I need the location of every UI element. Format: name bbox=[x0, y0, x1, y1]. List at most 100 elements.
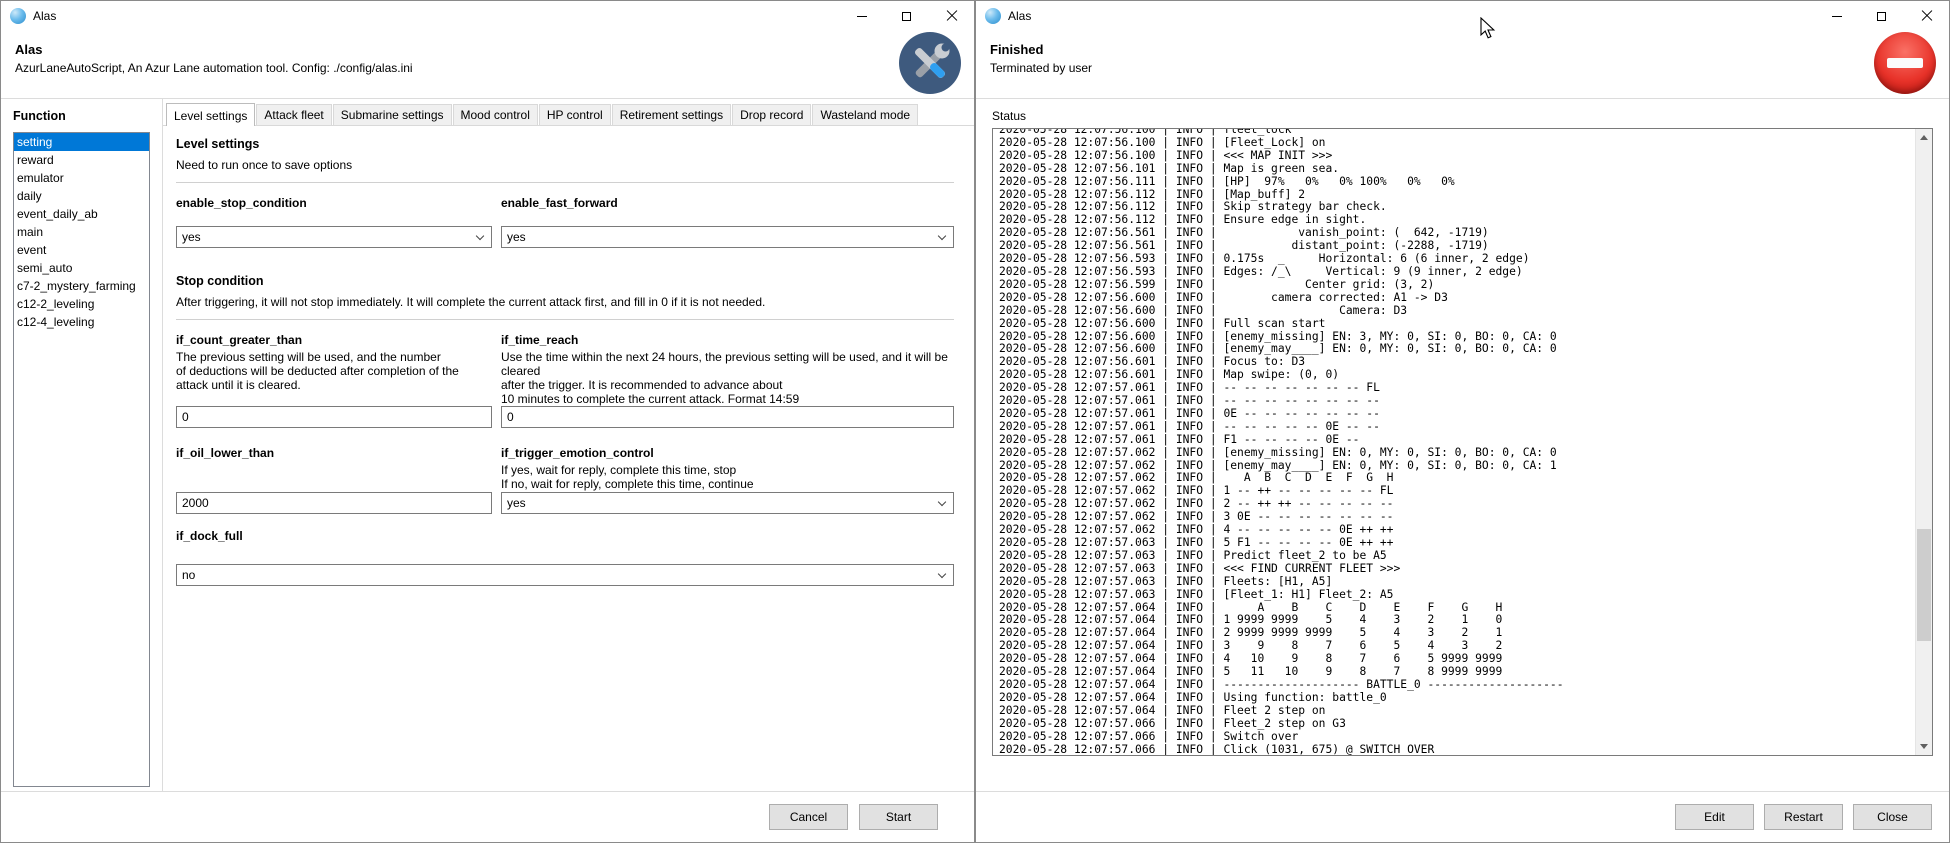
scrollbar-thumb[interactable] bbox=[1917, 529, 1931, 641]
maximize-button[interactable] bbox=[884, 1, 929, 31]
label-if-time-reach: if_time_reach bbox=[501, 333, 954, 347]
window-title: Alas bbox=[1008, 9, 1031, 23]
start-button[interactable]: Start bbox=[859, 804, 938, 830]
titlebar[interactable]: Alas bbox=[1, 1, 974, 31]
enable-stop-condition-select[interactable]: yes bbox=[176, 226, 492, 248]
alas-run-window: Alas Finished Terminated by user Status … bbox=[975, 0, 1950, 843]
status-section: Status 2020-05-28 12:07:56.100 | INFO | … bbox=[976, 99, 1949, 791]
settings-tab[interactable]: Wasteland mode bbox=[812, 104, 918, 125]
function-list-item[interactable]: event bbox=[14, 241, 149, 259]
if-trigger-emotion-control-value: yes bbox=[507, 496, 526, 510]
arrow-up-icon bbox=[1920, 135, 1928, 140]
settings-tab[interactable]: HP control bbox=[539, 104, 611, 125]
run-header: Finished Terminated by user bbox=[976, 31, 1949, 99]
divider bbox=[176, 182, 954, 183]
label-if-oil-lower-than: if_oil_lower_than bbox=[176, 446, 492, 460]
maximize-button[interactable] bbox=[1859, 1, 1904, 31]
minimize-icon bbox=[857, 16, 867, 17]
settings-tab[interactable]: Submarine settings bbox=[333, 104, 452, 125]
function-listbox[interactable]: settingrewardemulatordailyevent_daily_ab… bbox=[13, 132, 150, 787]
restart-button[interactable]: Restart bbox=[1764, 804, 1843, 830]
if-dock-full-select[interactable]: no bbox=[176, 564, 954, 586]
divider bbox=[176, 319, 954, 320]
if-dock-full-value: no bbox=[182, 568, 195, 582]
log-text: 2020-05-28 12:07:56.100 | INFO | fleet_l… bbox=[993, 128, 1932, 756]
settings-tab[interactable]: Mood control bbox=[453, 104, 538, 125]
minimize-icon bbox=[1832, 16, 1842, 17]
config-footer: Cancel Start bbox=[1, 791, 974, 842]
alas-app-icon bbox=[985, 8, 1001, 24]
section-desc-level-settings: Need to run once to save options bbox=[176, 158, 954, 172]
if-count-greater-than-input[interactable] bbox=[176, 406, 492, 428]
wrench-screwdriver-icon bbox=[899, 32, 961, 94]
section-title-level-settings: Level settings bbox=[176, 137, 954, 151]
function-list-item[interactable]: c12-2_leveling bbox=[14, 295, 149, 313]
window-title: Alas bbox=[33, 9, 56, 23]
edit-button[interactable]: Edit bbox=[1675, 804, 1754, 830]
if-time-reach-input[interactable] bbox=[501, 406, 954, 428]
alas-app-icon bbox=[10, 8, 26, 24]
close-icon bbox=[1921, 10, 1933, 22]
config-subtitle: AzurLaneAutoScript, An Azur Lane automat… bbox=[15, 61, 974, 75]
cancel-button[interactable]: Cancel bbox=[769, 804, 848, 830]
enable-fast-forward-select[interactable]: yes bbox=[501, 226, 954, 248]
function-list-item[interactable]: semi_auto bbox=[14, 259, 149, 277]
label-if-dock-full: if_dock_full bbox=[176, 529, 954, 543]
close-button[interactable] bbox=[929, 1, 974, 31]
status-label: Status bbox=[992, 109, 1933, 123]
function-label: Function bbox=[13, 109, 162, 123]
desc-if-time-reach: Use the time within the next 24 hours, t… bbox=[501, 350, 954, 406]
if-trigger-emotion-control-select[interactable]: yes bbox=[501, 492, 954, 514]
section-title-stop-condition: Stop condition bbox=[176, 274, 954, 288]
function-list-item[interactable]: event_daily_ab bbox=[14, 205, 149, 223]
close-button[interactable] bbox=[1904, 1, 1949, 31]
enable-stop-condition-value: yes bbox=[182, 230, 201, 244]
function-list-item[interactable]: c7-2_mystery_farming bbox=[14, 277, 149, 295]
scroll-up-button[interactable] bbox=[1916, 129, 1932, 146]
chevron-down-icon bbox=[476, 231, 484, 239]
run-status-subtitle: Terminated by user bbox=[990, 61, 1949, 75]
function-list-item[interactable]: main bbox=[14, 223, 149, 241]
titlebar[interactable]: Alas bbox=[976, 1, 1949, 31]
chevron-down-icon bbox=[938, 231, 946, 239]
minimize-button[interactable] bbox=[839, 1, 884, 31]
run-footer: Edit Restart Close bbox=[976, 791, 1949, 842]
alas-config-window: Alas Alas AzurLaneAutoScript, An Azur La… bbox=[0, 0, 975, 843]
config-header: Alas AzurLaneAutoScript, An Azur Lane au… bbox=[1, 31, 974, 99]
label-if-count-greater-than: if_count_greater_than bbox=[176, 333, 492, 347]
label-enable-fast-forward: enable_fast_forward bbox=[501, 196, 954, 210]
desc-if-trigger-emotion-control: If yes, wait for reply, complete this ti… bbox=[501, 463, 954, 491]
level-settings-panel: Level settings Need to run once to save … bbox=[163, 126, 974, 791]
function-list-item[interactable]: reward bbox=[14, 151, 149, 169]
stop-bar-icon bbox=[1887, 58, 1923, 68]
minimize-button[interactable] bbox=[1814, 1, 1859, 31]
log-textbox[interactable]: 2020-05-28 12:07:56.100 | INFO | fleet_l… bbox=[992, 128, 1933, 756]
chevron-down-icon bbox=[938, 569, 946, 577]
settings-tab[interactable]: Level settings bbox=[166, 103, 255, 126]
enable-fast-forward-value: yes bbox=[507, 230, 526, 244]
section-desc-stop-condition: After triggering, it will not stop immed… bbox=[176, 295, 954, 309]
config-title: Alas bbox=[15, 42, 974, 57]
function-list-item[interactable]: daily bbox=[14, 187, 149, 205]
close-run-button[interactable]: Close bbox=[1853, 804, 1932, 830]
settings-tab[interactable]: Attack fleet bbox=[256, 104, 331, 125]
scroll-down-button[interactable] bbox=[1916, 738, 1932, 755]
stop-badge bbox=[1874, 32, 1936, 94]
arrow-down-icon bbox=[1920, 744, 1928, 749]
desc-if-count-greater-than: The previous setting will be used, and t… bbox=[176, 350, 492, 392]
label-enable-stop-condition: enable_stop_condition bbox=[176, 196, 492, 210]
settings-tab[interactable]: Drop record bbox=[732, 104, 811, 125]
function-list-item[interactable]: emulator bbox=[14, 169, 149, 187]
if-oil-lower-than-input[interactable] bbox=[176, 492, 492, 514]
settings-tab[interactable]: Retirement settings bbox=[612, 104, 731, 125]
maximize-icon bbox=[1877, 12, 1886, 21]
close-icon bbox=[946, 10, 958, 22]
run-status-title: Finished bbox=[990, 42, 1949, 57]
function-list-item[interactable]: setting bbox=[14, 133, 149, 151]
chevron-down-icon bbox=[938, 497, 946, 505]
function-list-item[interactable]: c12-4_leveling bbox=[14, 313, 149, 331]
settings-tabstrip: Level settingsAttack fleetSubmarine sett… bbox=[163, 99, 974, 126]
tools-badge bbox=[899, 32, 961, 94]
log-scrollbar[interactable] bbox=[1915, 129, 1932, 755]
function-sidebar: Function settingrewardemulatordailyevent… bbox=[1, 99, 162, 791]
